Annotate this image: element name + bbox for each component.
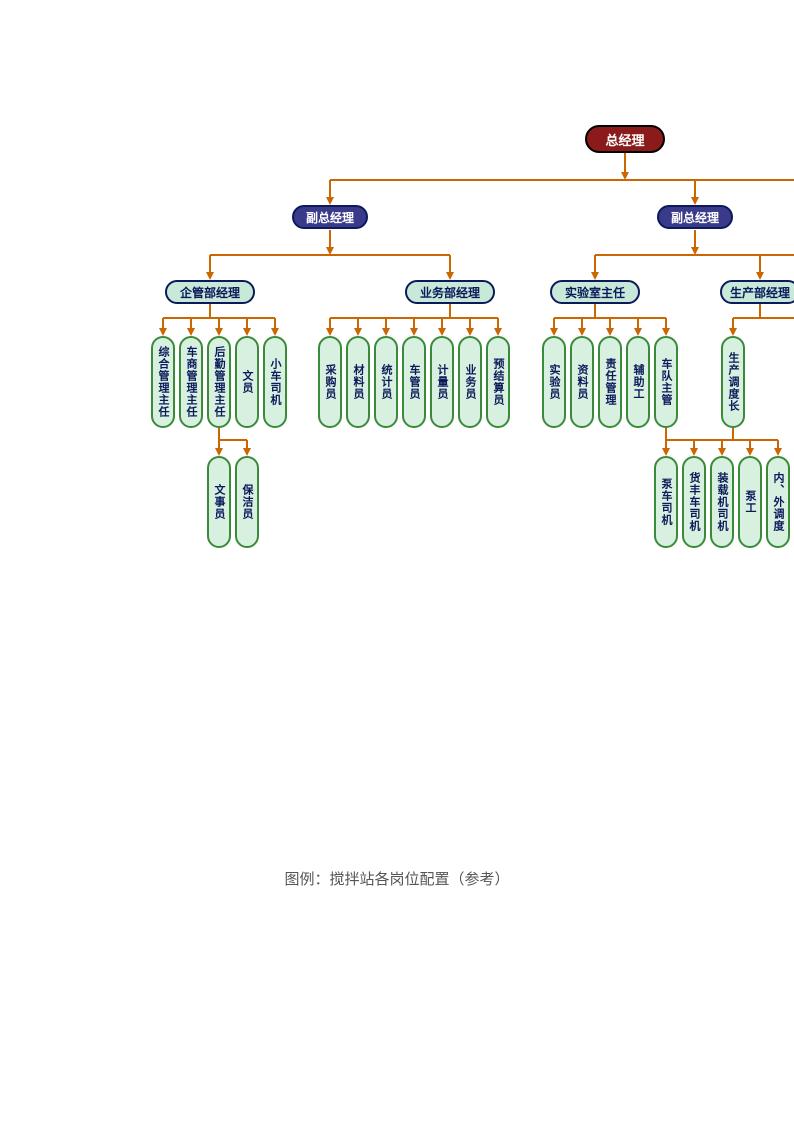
leaf-fleet-3: 泵工 xyxy=(738,456,762,548)
leaf-g1-1: 车商管理主任 xyxy=(179,336,203,428)
leaf-g2-6: 预结算员 xyxy=(486,336,510,428)
node-manager-2: 业务部经理 xyxy=(405,280,495,304)
chart-caption: 图例：搅拌站各岗位配置（参考） xyxy=(0,868,794,889)
leaf-admin-0: 文事员 xyxy=(207,456,231,548)
leaf-fleet-2: 装载机司机 xyxy=(710,456,734,548)
leaf-fleet-1: 货丰车司机 xyxy=(682,456,706,548)
leaf-g2-2: 统计员 xyxy=(374,336,398,428)
leaf-fleet-0: 泵车司机 xyxy=(654,456,678,548)
leaf-g1-3: 文员 xyxy=(235,336,259,428)
leaf-g3-1: 资料员 xyxy=(570,336,594,428)
leaf-g1-0: 综合管理主任 xyxy=(151,336,175,428)
leaf-g2-4: 计量员 xyxy=(430,336,454,428)
leaf-g2-0: 采购员 xyxy=(318,336,342,428)
org-chart: 总经理 副总经理 副总经理 企管部经理 业务部经理 实验室主任 生产部经理 综合… xyxy=(0,0,794,560)
leaf-g2-3: 车管员 xyxy=(402,336,426,428)
leaf-g3-4: 车队主管 xyxy=(654,336,678,428)
leaf-g1-2: 后勤管理主任 xyxy=(207,336,231,428)
node-manager-3: 实验室主任 xyxy=(550,280,640,304)
leaf-g2-5: 业务员 xyxy=(458,336,482,428)
node-deputy-1: 副总经理 xyxy=(292,205,368,229)
leaf-g3-0: 实验员 xyxy=(542,336,566,428)
node-manager-1: 企管部经理 xyxy=(165,280,255,304)
leaf-g3-2: 责任管理 xyxy=(598,336,622,428)
leaf-admin-1: 保洁员 xyxy=(235,456,259,548)
node-root: 总经理 xyxy=(585,125,665,153)
leaf-g4-0: 生产调度长 xyxy=(721,336,745,428)
leaf-g1-4: 小车司机 xyxy=(263,336,287,428)
node-manager-4: 生产部经理 xyxy=(720,280,794,304)
leaf-g2-1: 材料员 xyxy=(346,336,370,428)
leaf-fleet-4: 内、外调度 xyxy=(766,456,790,548)
node-deputy-2: 副总经理 xyxy=(657,205,733,229)
leaf-g3-3: 辅助工 xyxy=(626,336,650,428)
